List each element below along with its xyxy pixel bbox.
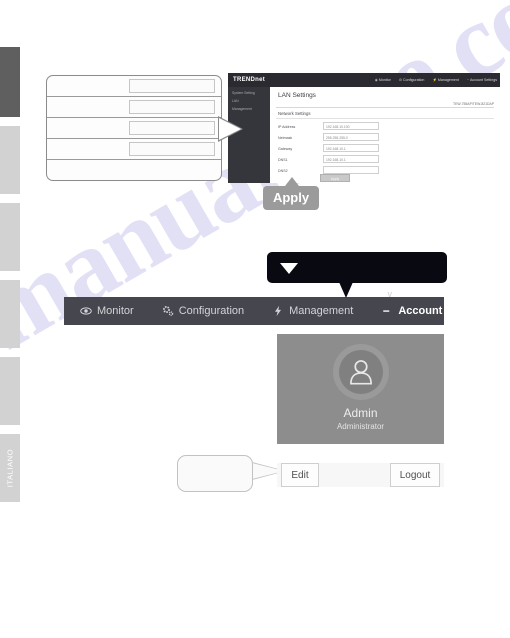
language-tab-italiano[interactable]: ITALIANO	[0, 434, 20, 502]
account-action-bar: Edit Logout	[277, 463, 444, 487]
router-nav-management[interactable]: ⚡Management	[432, 77, 458, 83]
admin-name: Admin	[343, 406, 378, 420]
router-sidebar-item[interactable]: System Setting	[232, 91, 270, 95]
router-model-tag: TEW-755AP/TEW-821DAP	[453, 102, 494, 106]
router-field-ip-address: IP Address 192.168.10.100	[278, 122, 496, 133]
gears-icon: ⚙	[398, 78, 403, 82]
language-tab-strip: ITALIANO	[0, 47, 20, 511]
router-nav-label: Configuration	[403, 78, 425, 82]
language-tab-3[interactable]	[0, 203, 20, 271]
apply-callout: Apply	[263, 177, 319, 210]
router-field-value: 192.168.10.100	[326, 124, 350, 129]
callout-form-row-input[interactable]	[129, 142, 215, 156]
nav-tick-marker: v	[387, 289, 393, 299]
apply-callout-label: Apply	[272, 190, 310, 205]
avatar	[338, 350, 383, 394]
router-section-title: Network Settings	[278, 111, 311, 116]
callout-form-row	[47, 76, 221, 97]
dash-icon: −	[466, 78, 470, 82]
router-field-netmask: Netmask 255.255.255.0	[278, 133, 496, 144]
language-tab-label: ITALIANO	[5, 448, 15, 488]
router-field-label: DNS1	[278, 158, 288, 162]
router-field-input[interactable]: 192.168.10.1	[323, 144, 379, 152]
router-field-dns2: DNS2	[278, 166, 496, 177]
callout-pointer	[219, 118, 241, 140]
router-admin-screenshot: TRENDnet ◉Monitor ⚙Configuration ⚡Manage…	[228, 73, 500, 183]
router-field-value: 255.255.255.0	[326, 135, 348, 140]
edit-button[interactable]: Edit	[281, 463, 319, 487]
router-field-input[interactable]	[323, 166, 379, 174]
nav-item-label: Monitor	[97, 305, 134, 317]
callout-form-row	[47, 118, 221, 139]
router-nav-label: Management	[437, 78, 459, 82]
gears-icon	[162, 305, 174, 317]
dash-icon	[381, 305, 393, 317]
router-topbar: TRENDnet ◉Monitor ⚙Configuration ⚡Manage…	[228, 73, 500, 87]
router-nav-configuration[interactable]: ⚙Configuration	[399, 77, 425, 83]
router-field-value: 192.168.10.1	[326, 157, 346, 162]
router-field-gateway: Gateway 192.168.10.1	[278, 144, 496, 155]
router-page-title: LAN Settings	[278, 92, 316, 99]
router-field-label: IP Address	[278, 125, 296, 129]
eye-icon: ◉	[374, 78, 378, 82]
callout-form-row-input[interactable]	[129, 121, 215, 135]
trendnet-logo: TRENDnet	[233, 77, 266, 83]
bolt-icon: ⚡	[432, 78, 437, 82]
router-nav-account-settings[interactable]: −Account Settings	[467, 77, 497, 83]
nav-item-management[interactable]: Management	[272, 305, 353, 317]
router-field-input[interactable]: 255.255.255.0	[323, 133, 379, 141]
router-sidebar-item[interactable]: Management	[232, 107, 270, 111]
callout-tip	[285, 177, 299, 186]
router-nav-label: Monitor	[378, 78, 391, 82]
router-field-value: 192.168.10.1	[326, 146, 346, 151]
admin-account-card[interactable]: Admin Administrator	[277, 334, 444, 444]
divider	[276, 107, 494, 108]
main-navigation-bar: Monitor Configuration Management Account	[64, 289, 489, 325]
language-tab-4[interactable]	[0, 280, 20, 348]
router-apply-label: Apply	[330, 176, 340, 181]
callout-tip	[339, 282, 353, 298]
router-field-label: DNS2	[278, 169, 288, 173]
router-sidebar-item[interactable]: LAN	[232, 99, 270, 103]
nav-item-label: Management	[289, 305, 354, 317]
language-tab-5[interactable]	[0, 357, 20, 425]
divider	[276, 118, 494, 119]
callout-form-row	[47, 139, 221, 160]
dropdown-callout	[267, 252, 447, 298]
router-field-input[interactable]: 192.168.10.100	[323, 122, 379, 130]
router-field-dns1: DNS1 192.168.10.1	[278, 155, 496, 166]
logout-button[interactable]: Logout	[390, 463, 440, 487]
nav-item-configuration[interactable]: Configuration	[162, 305, 244, 317]
callout-form-row-input[interactable]	[129, 100, 215, 114]
router-nav-monitor[interactable]: ◉Monitor	[375, 77, 391, 83]
avatar-ring	[332, 344, 389, 400]
router-content-pane: LAN Settings TEW-755AP/TEW-821DAP Networ…	[270, 87, 500, 183]
router-top-nav: ◉Monitor ⚙Configuration ⚡Management −Acc…	[375, 77, 497, 83]
language-tab-2[interactable]	[0, 126, 20, 194]
nav-item-account-settings[interactable]: Account Settings	[381, 305, 489, 317]
edit-annotation-callout	[177, 455, 253, 492]
router-nav-label: Account Settings	[470, 78, 497, 82]
admin-role: Administrator	[336, 422, 385, 431]
user-avatar-icon	[349, 360, 372, 385]
nav-item-monitor[interactable]: Monitor	[80, 305, 134, 317]
router-field-label: Netmask	[278, 136, 293, 140]
annotation-callout-form	[46, 75, 222, 181]
router-field-label: Gateway	[278, 147, 293, 151]
router-field-input[interactable]: 192.168.10.1	[323, 155, 379, 163]
bolt-icon	[272, 305, 284, 317]
nav-item-label: Account Settings	[398, 305, 489, 317]
triangle-down-icon	[280, 263, 298, 274]
nav-item-label: Configuration	[178, 305, 245, 317]
callout-form-row	[47, 97, 221, 118]
callout-form-row-input[interactable]	[129, 79, 215, 93]
router-apply-button[interactable]: Apply	[320, 174, 350, 182]
eye-icon	[80, 305, 92, 317]
callout-form-row	[47, 160, 221, 180]
language-tab-1[interactable]	[0, 47, 20, 117]
